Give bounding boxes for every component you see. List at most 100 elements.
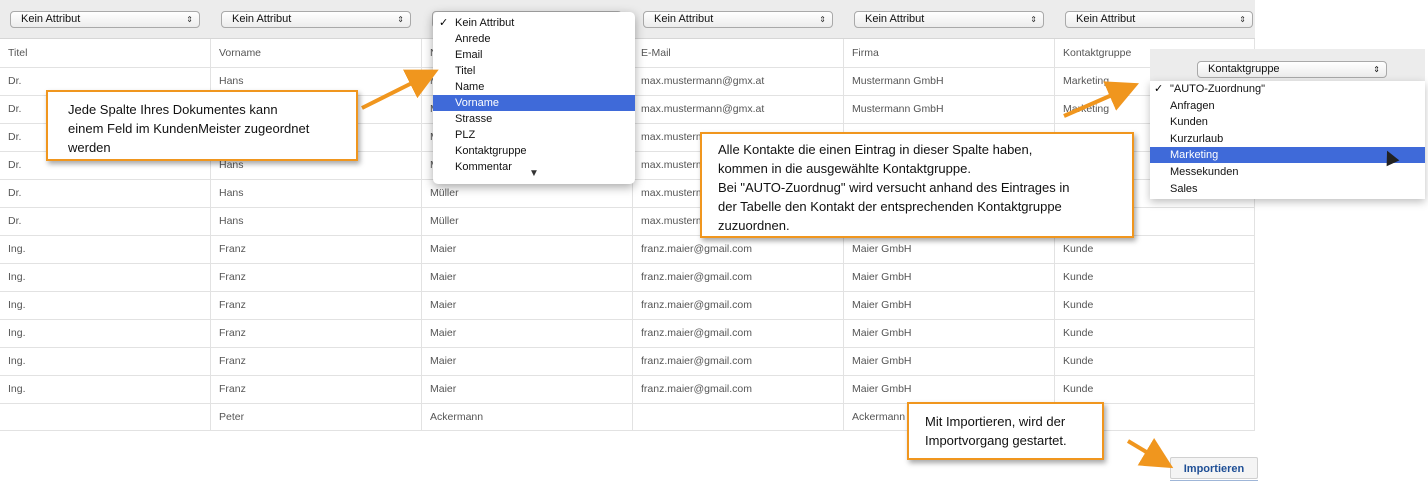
checkmark-icon: ✓ [439, 17, 449, 29]
kontaktgruppe-menu-item[interactable]: ✓ "AUTO-Zuordnung" [1150, 81, 1425, 97]
table-cell: Ing. [0, 291, 211, 319]
attribute-select-label: Kein Attribut [654, 13, 714, 25]
table-cell: Kunde [1055, 319, 1255, 347]
attribute-select-label: Kein Attribut [232, 13, 292, 25]
table-cell: Hans [211, 179, 422, 207]
table-row[interactable]: Ing. Franz Maier franz.maier@gmail.com Maier… [0, 263, 1255, 292]
table-cell: Mustermann GmbH [844, 95, 1055, 123]
table-cell: Maier GmbH [844, 319, 1055, 347]
attribute-menu-item[interactable]: Email [433, 47, 635, 63]
kontaktgruppe-menu-item-label: "AUTO-Zuordnung" [1170, 83, 1266, 95]
attribute-dropdown-menu[interactable]: ✓ Kein Attribut Anrede Email Titel Name Vornam… [433, 12, 635, 184]
table-cell: Ing. [0, 375, 211, 403]
updown-chevron-icon: ⇕ [186, 15, 193, 24]
attribute-menu-item-label: PLZ [455, 129, 476, 141]
table-cell [0, 403, 211, 431]
attribute-menu-item[interactable]: ✓ Kein Attribut [433, 15, 635, 31]
table-cell: Franz [211, 291, 422, 319]
attribute-menu-item[interactable]: Kontaktgruppe [433, 143, 635, 159]
callout-kontaktgruppe-text: Alle Kontakte die einen Eintrag in diese… [718, 142, 1070, 233]
attribute-select-6[interactable]: Kein Attribut ⇕ [1065, 11, 1253, 28]
attribute-menu-item[interactable]: Titel [433, 63, 635, 79]
attribute-menu-item[interactable]: Vorname [433, 95, 635, 111]
table-cell: Franz [211, 375, 422, 403]
attribute-select-2[interactable]: Kein Attribut ⇕ [221, 11, 411, 28]
table-cell: Dr. [0, 179, 211, 207]
table-cell: Maier GmbH [844, 291, 1055, 319]
attribute-menu-item[interactable]: Strasse [433, 111, 635, 127]
attribute-select-label: Kein Attribut [21, 13, 81, 25]
kontaktgruppe-menu-item-label: Anfragen [1170, 99, 1215, 112]
updown-chevron-icon: ⇕ [1373, 65, 1380, 74]
attribute-select-4[interactable]: Kein Attribut ⇕ [643, 11, 833, 28]
table-cell: franz.maier@gmail.com [633, 375, 844, 403]
attribute-menu-item-label: Email [455, 49, 483, 61]
import-button[interactable]: Importieren [1170, 457, 1258, 479]
kontaktgruppe-menu-item[interactable]: Kurzurlaub [1150, 131, 1425, 147]
table-cell: Maier GmbH [844, 263, 1055, 291]
import-button-underline [1170, 480, 1258, 481]
table-row[interactable]: Ing. Franz Maier franz.maier@gmail.com Maier… [0, 291, 1255, 320]
table-row[interactable]: Ing. Franz Maier franz.maier@gmail.com Maier… [0, 235, 1255, 264]
kontaktgruppe-inset-panel: Kontaktgruppe ⇕ ✓ "AUTO-Zuordnung" Anfrage… [1150, 49, 1425, 199]
attribute-menu-item-label: Kontaktgruppe [455, 145, 527, 157]
attribute-menu-item-label: Kommentar [455, 161, 512, 173]
updown-chevron-icon: ⇕ [397, 15, 404, 24]
attribute-select-1[interactable]: Kein Attribut ⇕ [10, 11, 200, 28]
table-cell: Maier [422, 347, 633, 375]
table-cell: Titel [0, 39, 211, 67]
table-row[interactable]: Ing. Franz Maier franz.maier@gmail.com Maier… [0, 347, 1255, 376]
attribute-menu-item-label: Anrede [455, 33, 491, 45]
kontaktgruppe-menu-item-label: Kunden [1170, 116, 1208, 129]
table-cell: Ing. [0, 235, 211, 263]
table-cell: franz.maier@gmail.com [633, 347, 844, 375]
kontaktgruppe-menu-item-label: Kurzurlaub [1170, 132, 1224, 145]
kontaktgruppe-dropdown-menu[interactable]: ✓ "AUTO-Zuordnung" Anfragen Kunden Kurzurlau… [1150, 81, 1425, 199]
table-cell: Peter [211, 403, 422, 431]
kontaktgruppe-menu-item[interactable]: Messekunden [1150, 164, 1425, 180]
table-cell: Kunde [1055, 375, 1255, 403]
kontaktgruppe-menu-item[interactable]: Anfragen [1150, 98, 1425, 114]
table-cell: franz.maier@gmail.com [633, 263, 844, 291]
callout-columns: Jede Spalte Ihres Dokumentes kann einem … [46, 90, 358, 161]
table-cell: Ing. [0, 347, 211, 375]
table-cell: Franz [211, 235, 422, 263]
table-cell: Maier [422, 375, 633, 403]
table-cell: Kunde [1055, 263, 1255, 291]
table-cell: E-Mail [633, 39, 844, 67]
updown-chevron-icon: ⇕ [819, 15, 826, 24]
attribute-menu-item[interactable]: PLZ [433, 127, 635, 143]
attribute-menu-item[interactable]: Anrede [433, 31, 635, 47]
table-cell: Vorname [211, 39, 422, 67]
updown-chevron-icon: ⇕ [1239, 15, 1246, 24]
callout-import-text: Mit Importieren, wird der Importvorgang … [925, 414, 1067, 448]
kontaktgruppe-menu-item[interactable]: Kunden [1150, 114, 1425, 130]
attribute-select-label: Kein Attribut [1076, 13, 1136, 25]
table-row[interactable]: Ing. Franz Maier franz.maier@gmail.com Maier… [0, 319, 1255, 348]
checkmark-icon: ✓ [1154, 83, 1164, 95]
table-cell [633, 403, 844, 431]
table-cell: Dr. [0, 207, 211, 235]
table-cell: franz.maier@gmail.com [633, 235, 844, 263]
table-cell: Kunde [1055, 235, 1255, 263]
table-cell: franz.maier@gmail.com [633, 291, 844, 319]
attribute-menu-item-label: Name [455, 81, 485, 93]
table-cell: Maier GmbH [844, 375, 1055, 403]
attribute-menu-item[interactable]: Name [433, 79, 635, 95]
table-cell: max.mustermann@gmx.at [633, 67, 844, 95]
table-row[interactable]: Ing. Franz Maier franz.maier@gmail.com Maier… [0, 375, 1255, 404]
kontaktgruppe-menu-item[interactable]: Sales [1150, 181, 1425, 197]
kontaktgruppe-menu-item-label: Sales [1170, 182, 1198, 195]
table-cell: Ing. [0, 263, 211, 291]
attribute-select-5[interactable]: Kein Attribut ⇕ [854, 11, 1044, 28]
table-cell: Mustermann GmbH [844, 67, 1055, 95]
table-cell: Müller [422, 207, 633, 235]
table-cell: Franz [211, 347, 422, 375]
table-cell: Kunde [1055, 347, 1255, 375]
table-cell: Franz [211, 319, 422, 347]
callout-kontaktgruppe: Alle Kontakte die einen Eintrag in diese… [700, 132, 1134, 238]
table-cell: Ing. [0, 319, 211, 347]
kontaktgruppe-select[interactable]: Kontaktgruppe ⇕ [1197, 61, 1387, 78]
scroll-down-arrow-icon[interactable]: ▼ [529, 168, 539, 179]
attribute-menu-item-label: Titel [455, 65, 476, 77]
